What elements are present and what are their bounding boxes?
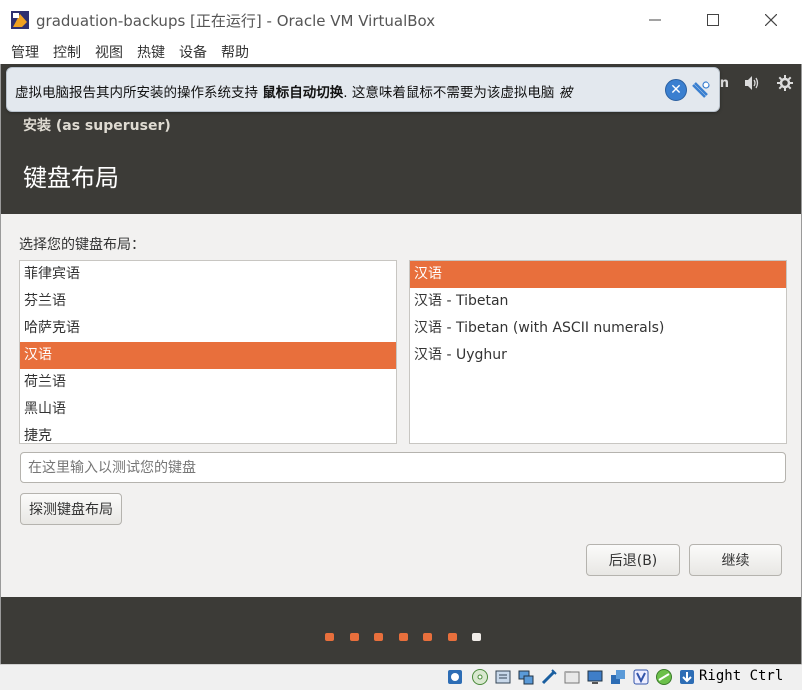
progress-dot	[398, 633, 408, 641]
progress-dot	[349, 633, 359, 641]
installer-window-title: 安装 (as superuser)	[23, 118, 171, 134]
variant-item-selected[interactable]: 汉语	[410, 261, 786, 288]
layout-item[interactable]: 菲律宾语	[20, 261, 396, 288]
layout-item[interactable]: 黑山语	[20, 396, 396, 423]
menu-manage[interactable]: 管理	[9, 42, 41, 62]
close-icon	[765, 14, 777, 26]
progress-dot-current	[472, 633, 481, 641]
layout-item[interactable]: 捷克	[20, 423, 396, 443]
back-button[interactable]: 后退(B)	[586, 544, 680, 576]
vm-display[interactable]: En 安装 (as superuser) 键盘布局 虚拟电脑报告其内所安装的操作…	[0, 64, 802, 664]
hard-disk-icon[interactable]	[446, 668, 464, 686]
detect-layout-button[interactable]: 探测键盘布局	[20, 493, 122, 525]
network-icon[interactable]	[517, 668, 535, 686]
variant-item[interactable]: 汉语 - Tibetan (with ASCII numerals)	[410, 315, 786, 342]
continue-button[interactable]: 继续	[689, 544, 782, 576]
variant-item[interactable]: 汉语 - Tibetan	[410, 288, 786, 315]
shared-folder-icon[interactable]	[563, 668, 581, 686]
virtualization-icon[interactable]	[655, 668, 673, 686]
video-capture-icon[interactable]	[609, 668, 627, 686]
close-icon: ✕	[670, 82, 682, 98]
progress-dot	[374, 633, 383, 641]
layout-prompt: 选择您的键盘布局：	[19, 237, 145, 253]
usb-icon[interactable]	[540, 668, 558, 686]
host-key-label: Right Ctrl	[699, 668, 784, 684]
window-titlebar: graduation-backups [正在运行] - Oracle VM Vi…	[0, 0, 802, 40]
progress-dot	[423, 633, 432, 641]
layout-item-selected[interactable]: 汉语	[20, 342, 396, 369]
notification-message: 虚拟电脑报告其内所安装的操作系统支持 鼠标自动切换. 这意味着鼠标不需要为该虚拟…	[15, 85, 573, 101]
installer-header: 安装 (as superuser) 键盘布局	[1, 106, 801, 214]
host-key-arrow-icon[interactable]	[678, 668, 696, 686]
display-icon[interactable]	[586, 668, 604, 686]
menu-control[interactable]: 控制	[51, 42, 83, 62]
window-title: graduation-backups [正在运行] - Oracle VM Vi…	[36, 12, 436, 30]
variant-item[interactable]: 汉语 - Uyghur	[410, 342, 786, 369]
pin-icon[interactable]	[689, 79, 711, 101]
audio-icon[interactable]	[494, 668, 512, 686]
menu-devices[interactable]: 设备	[177, 42, 209, 62]
close-window-button[interactable]	[742, 0, 800, 40]
menu-view[interactable]: 视图	[93, 42, 125, 62]
menu-help[interactable]: 帮助	[219, 42, 251, 62]
installer-footer	[1, 597, 801, 664]
progress-dot	[447, 633, 457, 641]
page-title: 键盘布局	[23, 164, 119, 192]
layout-item[interactable]: 芬兰语	[20, 288, 396, 315]
optical-disk-icon[interactable]	[471, 668, 489, 686]
minimize-button[interactable]	[626, 0, 684, 40]
maximize-button[interactable]	[684, 0, 742, 40]
settings-icon[interactable]	[774, 72, 796, 94]
minimize-icon	[649, 19, 661, 21]
maximize-icon	[707, 14, 719, 26]
menu-hotkeys[interactable]: 热键	[135, 42, 167, 62]
mouse-integration-notification: 虚拟电脑报告其内所安装的操作系统支持 鼠标自动切换. 这意味着鼠标不需要为该虚拟…	[6, 67, 720, 112]
progress-dot	[325, 633, 334, 641]
keyboard-variant-list[interactable]: 汉语 汉语 - Tibetan 汉语 - Tibetan (with ASCII…	[409, 260, 787, 444]
notification-close-button[interactable]: ✕	[665, 79, 687, 101]
volume-icon[interactable]	[741, 72, 763, 94]
menubar: 管理 控制 视图 热键 设备 帮助	[0, 40, 802, 64]
vm-statusbar: Right Ctrl	[0, 664, 802, 690]
recording-icon[interactable]	[632, 668, 650, 686]
layout-item[interactable]: 荷兰语	[20, 369, 396, 396]
progress-dots	[325, 633, 497, 641]
layout-item[interactable]: 哈萨克语	[20, 315, 396, 342]
keyboard-layout-list[interactable]: 菲律宾语 芬兰语 哈萨克语 汉语 荷兰语 黑山语 捷克	[19, 260, 397, 444]
keyboard-test-input[interactable]	[20, 452, 786, 483]
virtualbox-app-icon	[11, 11, 29, 29]
